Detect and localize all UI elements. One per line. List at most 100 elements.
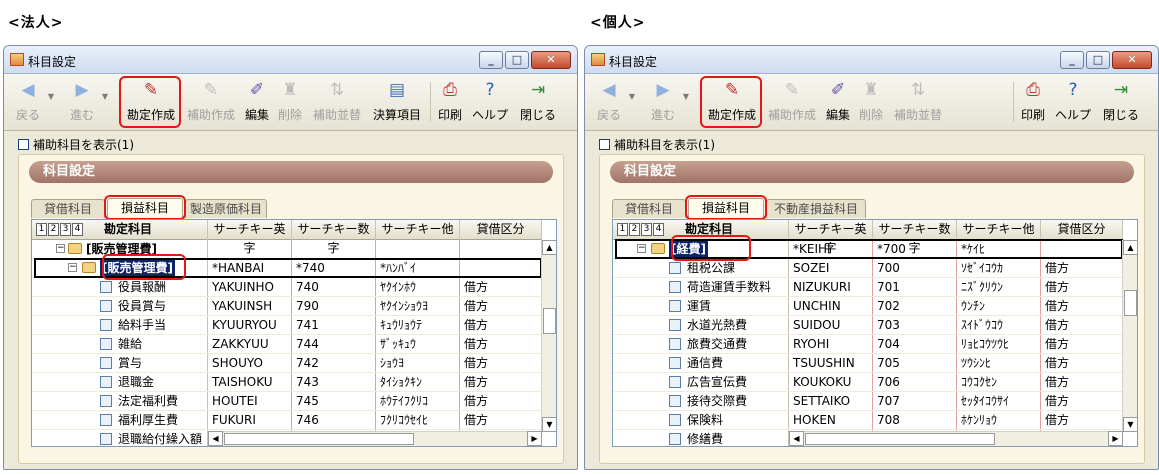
delete-icon: ♜ [282,80,298,100]
tab-balance-sheet[interactable]: 貸借科目 [612,199,686,218]
scroll-thumb[interactable] [224,433,414,445]
table-row[interactable]: 水道光熱費 SUIDOU 703 ｽｲﾄﾞｳｺｳ 借方 [613,316,1123,335]
sub-reorder-button[interactable]: ⇅ 補助並替 [891,78,945,126]
search-num-cell: 790 [292,297,376,315]
table-row[interactable]: 法定福利費 HOUTEI 745 ﾎｳﾃｲﾌｸﾘｺ 借方 [32,392,542,411]
table-row[interactable]: 役員報酬 YAKUINHO 740 ﾔｸｲﾝﾎｳ 借方 [32,278,542,297]
scroll-down-icon[interactable]: ▼ [542,417,556,432]
column-header-debit-credit[interactable]: 貸借区分 [1041,220,1123,240]
level-3-button[interactable]: 3 [641,223,652,236]
horizontal-scrollbar[interactable]: ◀ ▶ [789,431,1123,446]
checkbox-box[interactable] [599,139,610,150]
close-button[interactable]: ⇥ 閉じる [1099,78,1143,126]
search-other-cell: *ｹｲﾋ [957,240,1041,258]
dropdown-icon: ▼ [47,92,54,101]
search-other-cell: ﾀｲｼｮｸｷﾝ [376,373,460,391]
edit-button[interactable]: ✐ 編集 [823,78,853,126]
level-4-button[interactable]: 4 [72,223,83,236]
close-button[interactable]: ⇥ 閉じる [516,78,560,126]
column-header-search-num[interactable]: サーチキー数字 [873,220,957,255]
table-row[interactable]: 雑給 ZAKKYUU 744 ｻﾞｯｷｭｳ 借方 [32,335,542,354]
table-row[interactable]: 退職金 TAISHOKU 743 ﾀｲｼｮｸｷﾝ 借方 [32,373,542,392]
account-name: 荷造運賃手数料 [687,280,772,294]
maximize-button[interactable]: □ [1086,51,1110,69]
scroll-up-icon[interactable]: ▲ [1123,240,1137,255]
level-2-button[interactable]: 2 [48,223,59,236]
level-2-button[interactable]: 2 [629,223,640,236]
table-row[interactable]: 運賃 UNCHIN 702 ｳﾝﾁﾝ 借方 [613,297,1123,316]
delete-button[interactable]: ♜ 削除 [857,78,885,126]
close-window-button[interactable]: ✕ [531,51,571,69]
settlement-items-button[interactable]: ▤ 決算項目 [370,78,424,126]
scroll-down-icon[interactable]: ▼ [1123,417,1137,432]
print-button[interactable]: ⎙ 印刷 [1019,78,1047,126]
column-header-search-alpha[interactable]: サーチキー英字 [208,220,292,255]
back-button[interactable]: ◀ 戻る ▼ [591,78,635,126]
grid-header: 1 2 3 4 勘定科目 サーチキー英字 サーチキー数字 サーチキー他 貸借区分 [32,220,542,255]
folder-icon [82,262,96,273]
minimize-button[interactable]: _ [1060,51,1084,69]
column-header-search-num[interactable]: サーチキー数字 [292,220,376,255]
checkbox-box[interactable] [18,139,29,150]
level-3-button[interactable]: 3 [60,223,71,236]
debit-credit-cell: 借方 [1041,373,1123,391]
table-row[interactable]: 租税公課 SOZEI 700 ｿｾﾞｲｺｳｶ 借方 [613,259,1123,278]
search-other-cell: ｽｲﾄﾞｳｺｳ [957,316,1041,334]
scroll-left-icon[interactable]: ◀ [789,431,804,446]
back-button[interactable]: ◀ 戻る ▼ [10,78,54,126]
column-header-account[interactable]: 1 2 3 4 勘定科目 [32,220,208,240]
collapse-icon[interactable]: − [637,244,646,253]
table-row[interactable]: 通信費 TSUUSHIN 705 ﾂｳｼﾝﾋ 借方 [613,354,1123,373]
minimize-button[interactable]: _ [479,51,503,69]
table-row[interactable]: 保険料 HOKEN 708 ﾎｹﾝﾘｮｳ 借方 [613,411,1123,430]
print-button[interactable]: ⎙ 印刷 [436,78,464,126]
column-header-debit-credit[interactable]: 貸借区分 [460,220,542,240]
table-row[interactable]: 広告宣伝費 KOUKOKU 706 ｺｳｺｸｾﾝ 借方 [613,373,1123,392]
table-row[interactable]: 旅費交通費 RYOHI 704 ﾘｮﾋｺｳﾂｳﾋ 借方 [613,335,1123,354]
edit-button[interactable]: ✐ 編集 [242,78,272,126]
horizontal-scrollbar[interactable]: ◀ ▶ [208,431,542,446]
back-arrow-icon: ◀ [21,80,35,100]
sub-reorder-button[interactable]: ⇅ 補助並替 [310,78,364,126]
forward-button[interactable]: ▶ 進む ▼ [645,78,689,126]
tab-manufacturing-cost[interactable]: 製造原価科目 [185,199,267,218]
table-row[interactable]: 荷造運賃手数料 NIZUKURI 701 ﾆｽﾞｸﾘｳﾝ 借方 [613,278,1123,297]
close-window-button[interactable]: ✕ [1112,51,1152,69]
table-row[interactable]: 接待交際費 SETTAIKO 707 ｾｯﾀｲｺｳｻｲ 借方 [613,392,1123,411]
search-num-cell: 740 [292,278,376,296]
table-row[interactable]: 役員賞与 YAKUINSH 790 ﾔｸｲﾝｼｮｳﾖ 借方 [32,297,542,316]
forward-button[interactable]: ▶ 進む ▼ [64,78,108,126]
maximize-button[interactable]: □ [505,51,529,69]
maximize-icon: □ [511,53,523,66]
table-row[interactable]: 賞与 SHOUYO 742 ｼｮｳﾖ 借方 [32,354,542,373]
create-sub-button[interactable]: ✎ 補助作成 [765,78,819,126]
scroll-thumb[interactable] [543,308,556,334]
scroll-right-icon[interactable]: ▶ [1108,431,1123,446]
table-row[interactable]: 給料手当 KYUURYOU 741 ｷｭｳﾘｮｳﾃ 借方 [32,316,542,335]
scroll-thumb[interactable] [1124,290,1137,316]
show-sub-accounts-checkbox[interactable]: 補助科目を表示(1) [599,136,715,153]
scroll-right-icon[interactable]: ▶ [527,431,542,446]
level-4-button[interactable]: 4 [653,223,664,236]
help-button[interactable]: ? ヘルプ [1053,78,1093,126]
scroll-up-icon[interactable]: ▲ [542,240,556,255]
tab-balance-sheet[interactable]: 貸借科目 [31,199,105,218]
show-sub-accounts-checkbox[interactable]: 補助科目を表示(1) [18,136,134,153]
delete-button[interactable]: ♜ 削除 [276,78,304,126]
level-1-button[interactable]: 1 [36,223,47,236]
collapse-icon[interactable]: − [56,244,65,253]
tab-real-estate[interactable]: 不動産損益科目 [766,199,866,218]
help-button[interactable]: ? ヘルプ [470,78,510,126]
level-1-button[interactable]: 1 [617,223,628,236]
column-header-search-other[interactable]: サーチキー他 [957,220,1041,240]
vertical-scrollbar[interactable]: ▲ ▼ [1122,240,1137,432]
table-row[interactable]: 福利厚生費 FUKURI 746 ﾌｸﾘｺｳｾｲﾋ 借方 [32,411,542,430]
column-header-search-alpha[interactable]: サーチキー英字 [789,220,873,255]
search-num-cell: 703 [873,316,957,334]
scroll-left-icon[interactable]: ◀ [208,431,223,446]
vertical-scrollbar[interactable]: ▲ ▼ [541,240,556,432]
collapse-icon[interactable]: − [68,263,77,272]
scroll-thumb[interactable] [805,433,995,445]
create-sub-button[interactable]: ✎ 補助作成 [184,78,238,126]
column-header-search-other[interactable]: サーチキー他 [376,220,460,240]
